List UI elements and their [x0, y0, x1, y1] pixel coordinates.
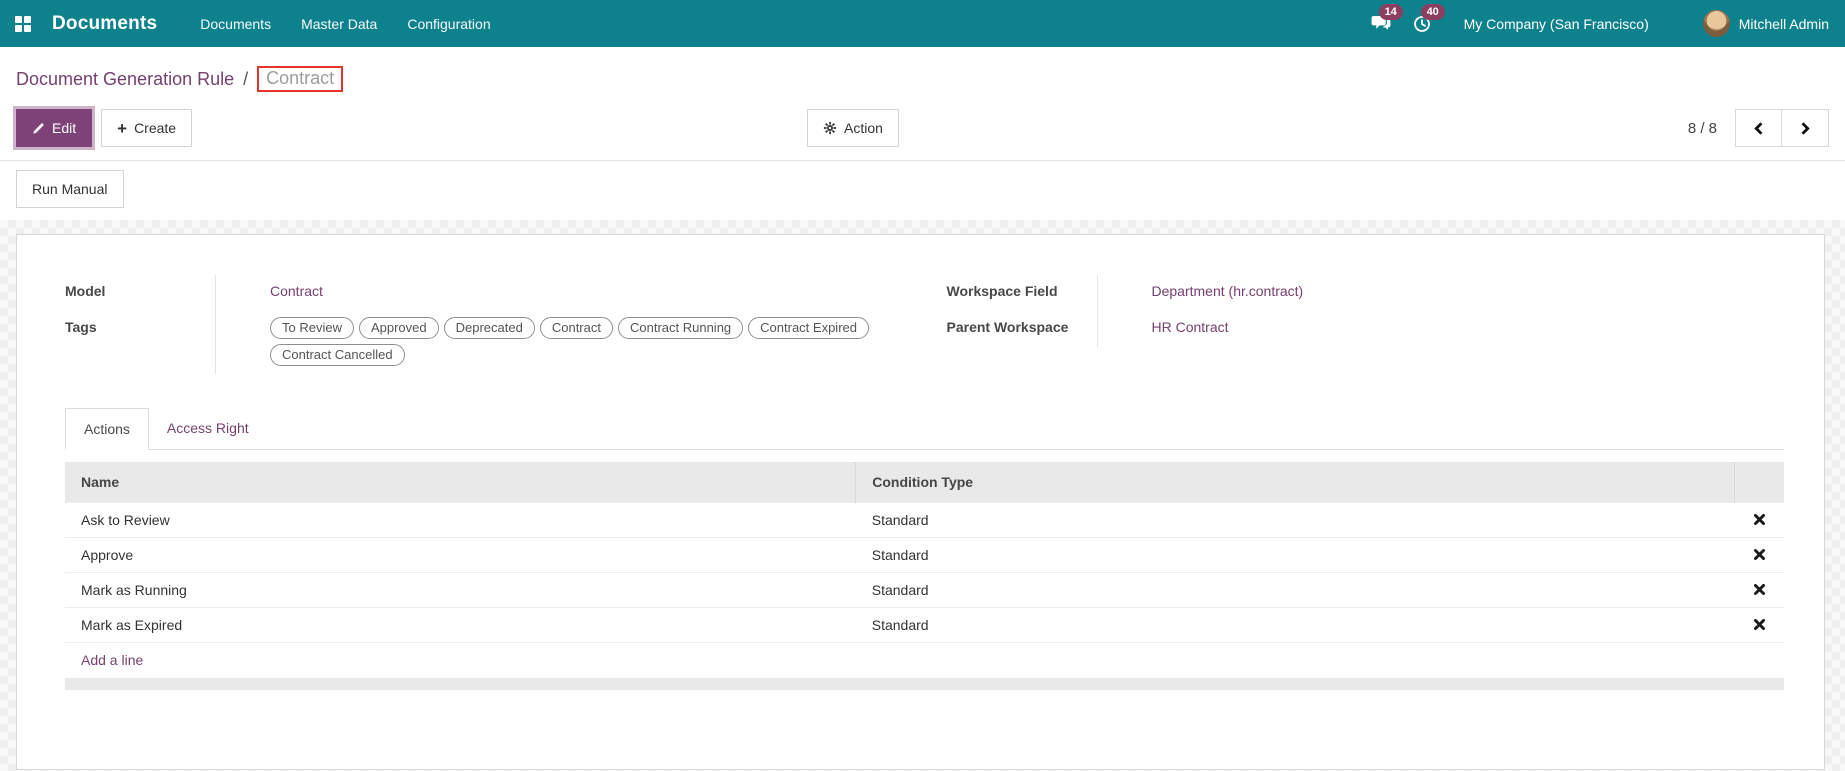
activities-count-badge: 40	[1420, 3, 1445, 20]
create-button-label: Create	[134, 120, 177, 136]
actions-table: Name Condition Type Ask to Review Standa…	[65, 462, 1784, 677]
column-header-name: Name	[65, 462, 856, 503]
form-view-background: Model Contract Tags To Review Approved D…	[0, 220, 1845, 771]
cell-condition-type[interactable]: Standard	[855, 572, 1734, 608]
edit-button[interactable]: Edit	[16, 109, 93, 147]
user-avatar	[1702, 10, 1730, 37]
delete-row-button[interactable]	[1752, 547, 1767, 562]
form-sheet: Model Contract Tags To Review Approved D…	[16, 234, 1825, 770]
pager-buttons	[1735, 109, 1829, 147]
pager-next-button[interactable]	[1782, 109, 1829, 147]
workspace-field-value-link[interactable]: Department (hr.contract)	[1152, 283, 1304, 299]
pager-previous-button[interactable]	[1735, 109, 1782, 147]
messages-count-badge: 14	[1378, 4, 1403, 21]
nav-item-master-data[interactable]: Master Data	[286, 0, 392, 47]
statusbar: Run Manual	[0, 161, 1845, 220]
parent-workspace-value-link[interactable]: HR Contract	[1152, 319, 1229, 335]
pager-value[interactable]: 8 / 8	[1688, 120, 1717, 137]
model-value-link[interactable]: Contract	[270, 283, 323, 299]
cell-name[interactable]: Mark as Expired	[65, 607, 856, 643]
delete-x-icon	[1753, 584, 1765, 595]
cell-name[interactable]: Approve	[65, 537, 856, 573]
field-tags: Tags To Review Approved Deprecated Contr…	[65, 311, 903, 374]
tag-pill: Deprecated	[443, 317, 535, 339]
fields-column-left: Model Contract Tags To Review Approved D…	[65, 275, 903, 374]
delete-x-icon	[1753, 619, 1765, 630]
messages-button[interactable]: 14	[1360, 4, 1403, 40]
user-menu[interactable]: Mitchell Admin	[1679, 10, 1829, 37]
run-manual-button[interactable]: Run Manual	[16, 170, 124, 208]
plus-icon: +	[117, 118, 128, 138]
delete-row-button[interactable]	[1752, 617, 1767, 632]
run-manual-label: Run Manual	[32, 181, 108, 197]
nav-item-documents[interactable]: Documents	[185, 0, 286, 47]
pager: 8 / 8	[1688, 109, 1829, 147]
cell-name[interactable]: Ask to Review	[65, 502, 856, 538]
cell-condition-type[interactable]: Standard	[855, 607, 1734, 643]
column-header-condition-type: Condition Type	[855, 462, 1734, 503]
tab-access-right[interactable]: Access Right	[149, 408, 267, 450]
workspace-field-label: Workspace Field	[946, 283, 1058, 299]
action-button[interactable]: Action	[807, 109, 899, 147]
action-button-label: Action	[844, 120, 883, 136]
field-parent-workspace: Parent Workspace HR Contract	[947, 311, 1785, 347]
breadcrumb-separator: /	[243, 68, 249, 89]
tag-pill: To Review	[270, 317, 354, 339]
control-panel: Document Generation Rule / Contract Edit…	[0, 47, 1845, 161]
table-row[interactable]: Ask to Review Standard	[65, 502, 1784, 538]
delete-row-button[interactable]	[1752, 512, 1767, 527]
column-header-delete	[1733, 462, 1784, 503]
table-row[interactable]: Mark as Running Standard	[65, 572, 1784, 608]
delete-row-button[interactable]	[1752, 582, 1767, 597]
pencil-icon	[33, 122, 44, 134]
chevron-right-icon	[1796, 121, 1810, 135]
navbar-menu: Documents Master Data Configuration	[185, 0, 505, 47]
nav-item-configuration[interactable]: Configuration	[392, 0, 505, 47]
top-navbar: Documents Documents Master Data Configur…	[0, 0, 1845, 47]
create-button[interactable]: + Create	[101, 109, 193, 147]
tag-pill: Approved	[358, 317, 439, 339]
add-a-line-link[interactable]: Add a line	[81, 652, 143, 668]
navbar-systray: 14 40 My Company (San Francisco) Mitchel…	[1360, 3, 1829, 41]
edit-button-label: Edit	[52, 120, 77, 136]
tags-label: Tags	[65, 319, 97, 335]
tag-pill: Contract Running	[617, 317, 744, 339]
table-header-row: Name Condition Type	[65, 462, 1784, 503]
field-model: Model Contract	[65, 275, 903, 311]
tags-list: To Review Approved Deprecated Contract C…	[270, 317, 870, 366]
notebook-tabs: Actions Access Right	[65, 408, 1784, 450]
company-switcher[interactable]: My Company (San Francisco)	[1442, 16, 1679, 32]
gear-icon	[823, 121, 837, 135]
apps-grid-icon	[15, 15, 31, 32]
tag-pill: Contract Expired	[748, 317, 869, 339]
field-workspace-field: Workspace Field Department (hr.contract)	[947, 275, 1785, 311]
parent-workspace-label: Parent Workspace	[946, 319, 1069, 335]
delete-x-icon	[1753, 549, 1765, 560]
app-title: Documents	[52, 12, 158, 34]
tag-pill: Contract Cancelled	[270, 344, 405, 366]
table-row[interactable]: Mark as Expired Standard	[65, 607, 1784, 643]
add-line-row: Add a line	[65, 642, 1784, 677]
breadcrumb: Document Generation Rule / Contract	[16, 66, 1829, 92]
chevron-left-icon	[1754, 121, 1767, 135]
navbar-left: Documents Documents Master Data Configur…	[0, 0, 506, 47]
edit-create-group: Edit + Create	[16, 109, 193, 147]
model-label: Model	[65, 283, 106, 299]
cell-condition-type[interactable]: Standard	[855, 502, 1734, 538]
tag-pill: Contract	[539, 317, 613, 339]
control-panel-buttons-row: Edit + Create Action 8 / 8	[16, 109, 1829, 147]
apps-menu-button[interactable]	[0, 0, 46, 47]
delete-x-icon	[1753, 514, 1765, 525]
cell-condition-type[interactable]: Standard	[855, 537, 1734, 573]
breadcrumb-parent-link[interactable]: Document Generation Rule	[16, 69, 234, 90]
user-name: Mitchell Admin	[1738, 15, 1829, 32]
fields-group: Model Contract Tags To Review Approved D…	[65, 275, 1784, 374]
cell-name[interactable]: Mark as Running	[65, 572, 856, 608]
fields-column-right: Workspace Field Department (hr.contract)…	[947, 275, 1785, 374]
table-footer-strip	[65, 678, 1784, 690]
tab-actions[interactable]: Actions	[65, 408, 149, 450]
activities-button[interactable]: 40	[1402, 3, 1445, 41]
table-row[interactable]: Approve Standard	[65, 537, 1784, 573]
breadcrumb-current-highlighted: Contract	[257, 66, 344, 92]
